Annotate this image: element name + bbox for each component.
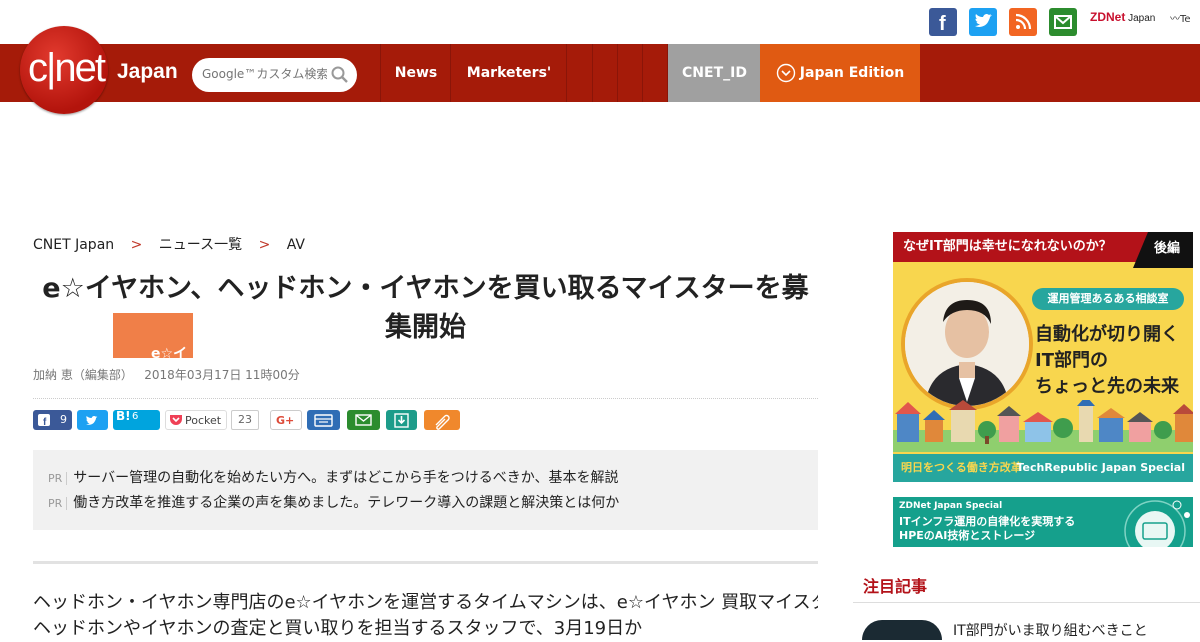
sidebar-ad-banner[interactable]: なぜIT部門は幸せになれないのか？ 後編 運用管理あるある相談室 自動化が切り開…	[893, 232, 1193, 482]
ad2-copy: ITインフラ運用の自律化を実現する HPEのAI技術とストレージ	[899, 515, 1076, 542]
byline-date: 2018年03月17日 11時00分	[144, 368, 300, 382]
byline: 加納 恵（編集部） 2018年03月17日 11時00分	[33, 366, 300, 383]
hatena-icon: B!	[116, 409, 131, 423]
nav-cnet-id[interactable]: CNET_ID	[667, 44, 761, 102]
facebook-icon: f	[38, 414, 50, 428]
share-twitter-button[interactable]	[77, 410, 108, 430]
techrepublic-link[interactable]: 〰Te	[1170, 10, 1191, 25]
twitter-icon[interactable]	[969, 8, 997, 36]
article-paragraph-line: ヘッドホンやイヤホンの査定と買い取りを担当するスタッフで、3月19日か	[33, 618, 643, 639]
company-logo: e☆イ	[113, 313, 193, 358]
mail-icon[interactable]	[1049, 8, 1077, 36]
print-button[interactable]	[307, 410, 340, 430]
pr-box: PR サーバー管理の自動化を始めたい方へ。まずはどこから手をつけるべきか、基本を解…	[33, 450, 818, 530]
breadcrumb-news[interactable]: ニュース一覧	[159, 237, 242, 253]
share-gplus-button[interactable]: G+	[270, 410, 302, 430]
divider	[33, 398, 818, 399]
article-paragraph-line: ヘッドホン・イヤホン専門店のe☆イヤホンを運営するタイムマシンは、e☆イヤホン …	[33, 592, 818, 613]
section-title: 注目記事	[863, 577, 928, 596]
ad-main-copy: 自動化が切り開く IT部門の ちょっと先の未来	[1035, 324, 1179, 397]
article-body: ヘッドホン・イヤホン専門店のe☆イヤホンを運営するタイムマシンは、e☆イヤホン …	[33, 590, 818, 642]
pr-link[interactable]: PR サーバー管理の自動化を始めたい方へ。まずはどこから手をつけるべきか、基本を解…	[48, 467, 618, 487]
pr-link[interactable]: PR 働き方改革を推進する企業の声を集めました。テレワーク導入の課題と解決策とは何…	[48, 492, 619, 512]
nav-item-6[interactable]	[642, 44, 668, 102]
ad-footer: 明日をつくる働き方改革 TechRepublic Japan Special	[893, 454, 1193, 482]
logo-wordmark: c|net	[28, 46, 106, 90]
chevron-down-icon	[776, 63, 795, 83]
breadcrumb-separator: >	[130, 237, 143, 253]
ad2-illustration	[1124, 500, 1190, 547]
breadcrumb-av[interactable]: AV	[287, 237, 305, 253]
nav-item-4[interactable]	[592, 44, 618, 102]
breadcrumb-home[interactable]: CNET Japan	[33, 237, 114, 253]
ad-portrait	[901, 278, 1033, 410]
print-icon	[314, 414, 333, 427]
download-button[interactable]	[386, 410, 417, 430]
facebook-count: 9	[60, 413, 67, 426]
share-mail-button[interactable]	[347, 410, 380, 430]
pocket-count: 23	[231, 410, 259, 430]
pr-label: PR	[48, 497, 68, 510]
breadcrumb: CNET Japan > ニュース一覧 > AV	[33, 234, 317, 254]
svg-text:f: f	[939, 13, 946, 35]
paperclip-icon	[435, 414, 450, 430]
breadcrumb-separator: >	[258, 237, 271, 253]
share-pocket-button[interactable]: Pocket	[165, 410, 227, 430]
top-bar: f ZDNet Japan 〰Te	[0, 0, 1200, 44]
clip-button[interactable]	[424, 410, 460, 430]
pocket-icon	[170, 415, 182, 425]
ad-footer-right: TechRepublic Japan Special	[1016, 461, 1185, 474]
nav-news[interactable]: News	[380, 44, 451, 102]
share-hatena-button[interactable]: B! 6	[113, 409, 160, 430]
ad-footer-left: 明日をつくる働き方改革	[901, 461, 1022, 474]
article-thumbnail[interactable]	[862, 620, 942, 640]
pr-text: サーバー管理の自動化を始めたい方へ。まずはどこから手をつけるべきか、基本を解説	[73, 470, 619, 486]
download-icon	[394, 413, 409, 428]
facebook-icon[interactable]: f	[929, 8, 957, 36]
gplus-icon: G+	[276, 414, 295, 427]
byline-author: 加納 恵（編集部）	[33, 368, 133, 382]
divider	[853, 602, 1200, 603]
nav-edition[interactable]: Japan Edition	[760, 44, 920, 102]
divider	[33, 561, 818, 564]
ad-tag: 運用管理あるある相談室	[1032, 288, 1184, 310]
nav-item-5[interactable]	[617, 44, 643, 102]
edition-label: Japan Edition	[799, 65, 905, 81]
mail-icon	[355, 414, 372, 426]
nav-item-3[interactable]	[566, 44, 593, 102]
search-box[interactable]	[192, 58, 357, 92]
zdnet-japan-link[interactable]: ZDNet Japan	[1090, 10, 1155, 24]
rss-icon[interactable]	[1009, 8, 1037, 36]
hatena-count: 6	[132, 411, 139, 422]
ad-town-illustration	[893, 400, 1193, 452]
search-input[interactable]	[200, 66, 329, 82]
nav-marketers[interactable]: Marketers'	[450, 44, 567, 102]
pocket-label: Pocket	[185, 414, 222, 427]
pr-label: PR	[48, 472, 68, 485]
twitter-icon	[86, 415, 98, 425]
pr-text: 働き方改革を推進する企業の声を集めました。テレワーク導入の課題と解決策とは何か	[73, 495, 620, 511]
ad2-label: ZDNet Japan Special	[899, 501, 1003, 511]
logo-japan-label: Japan	[117, 60, 178, 83]
sidebar-ad-special[interactable]: ZDNet Japan Special ITインフラ運用の自律化を実現する HP…	[893, 497, 1193, 547]
share-facebook-button[interactable]: f 9	[33, 410, 72, 430]
search-icon[interactable]	[331, 66, 349, 84]
sidebar-article-link[interactable]: IT部門がいま取り組むべきこと	[953, 620, 1148, 640]
